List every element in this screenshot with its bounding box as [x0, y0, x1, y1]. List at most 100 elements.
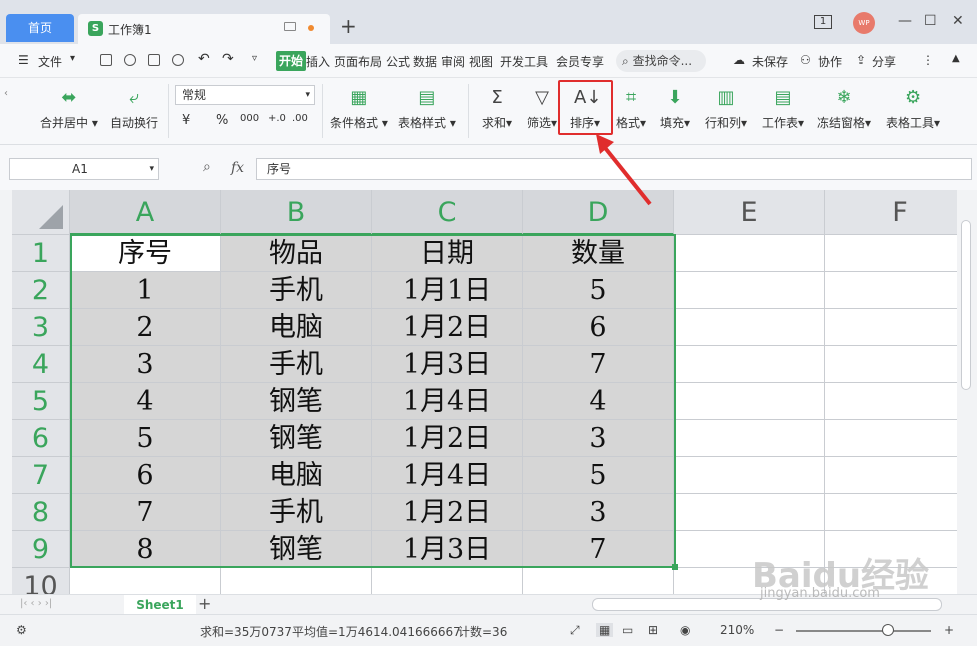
sheet-tab-sheet1[interactable]: Sheet1: [124, 595, 196, 615]
formula-input[interactable]: 序号: [256, 158, 972, 180]
cell-d2[interactable]: 5: [523, 272, 674, 309]
cell-b1[interactable]: 物品: [221, 235, 372, 272]
row-header-4[interactable]: 4: [12, 346, 70, 383]
tab-home[interactable]: 首页: [6, 14, 74, 42]
cell-a8[interactable]: 7: [70, 494, 221, 531]
cell-e4[interactable]: [674, 346, 825, 383]
chevron-down-icon[interactable]: ▾: [70, 53, 75, 64]
sheet-nav-icon[interactable]: |‹ ‹ › ›|: [20, 598, 52, 609]
share-button[interactable]: 分享: [872, 53, 896, 70]
avatar[interactable]: WP: [853, 12, 875, 34]
cell-f8[interactable]: [825, 494, 957, 531]
freeze-panes-button[interactable]: ❄ 冻结窗格▾: [817, 88, 871, 131]
sum-button[interactable]: Σ 求和▾: [482, 88, 512, 131]
menu-data[interactable]: 数据: [413, 53, 437, 70]
cell-a2[interactable]: 1: [70, 272, 221, 309]
cell-c4[interactable]: 1月3日: [372, 346, 523, 383]
tab-workbook[interactable]: S 工作簿1: [78, 14, 330, 44]
cell-d7[interactable]: 5: [523, 457, 674, 494]
cell-f3[interactable]: [825, 309, 957, 346]
cell-b8[interactable]: 手机: [221, 494, 372, 531]
cell-e10[interactable]: [674, 568, 825, 594]
cell-b4[interactable]: 手机: [221, 346, 372, 383]
cell-d1[interactable]: 数量: [523, 235, 674, 272]
cell-d3[interactable]: 6: [523, 309, 674, 346]
cell-d9[interactable]: 7: [523, 531, 674, 568]
fill-handle[interactable]: [672, 564, 678, 570]
row-header-6[interactable]: 6: [12, 420, 70, 457]
cell-f4[interactable]: [825, 346, 957, 383]
menu-file[interactable]: 文件: [38, 53, 62, 70]
ribbon-scroll-left-icon[interactable]: ‹: [4, 88, 8, 99]
cell-e3[interactable]: [674, 309, 825, 346]
cell-a7[interactable]: 6: [70, 457, 221, 494]
macro-icon[interactable]: ⚙: [16, 623, 27, 637]
cell-a9[interactable]: 8: [70, 531, 221, 568]
unsaved-label[interactable]: 未保存: [752, 53, 788, 70]
row-header-7[interactable]: 7: [12, 457, 70, 494]
percent-button[interactable]: %: [216, 113, 228, 128]
cell-a4[interactable]: 3: [70, 346, 221, 383]
table-tools-button[interactable]: ⚙ 表格工具▾: [886, 88, 940, 131]
cell-e6[interactable]: [674, 420, 825, 457]
cell-d6[interactable]: 3: [523, 420, 674, 457]
name-box[interactable]: A1 ▾: [9, 158, 159, 180]
page-layout-view-icon[interactable]: ▭: [622, 623, 633, 637]
row-header-10[interactable]: 10: [12, 568, 70, 594]
table-style-button[interactable]: ▤ 表格样式 ▾: [398, 88, 456, 131]
cell-b7[interactable]: 电脑: [221, 457, 372, 494]
decrease-decimal-button[interactable]: .00: [292, 113, 308, 124]
cell-e1[interactable]: [674, 235, 825, 272]
column-header-d[interactable]: D: [523, 190, 674, 235]
increase-decimal-button[interactable]: +.0: [268, 113, 286, 124]
more-chevron-icon[interactable]: ▿: [252, 53, 257, 64]
thousands-button[interactable]: 000: [240, 113, 259, 124]
menu-view[interactable]: 视图: [469, 53, 493, 70]
cell-a5[interactable]: 4: [70, 383, 221, 420]
monitor-icon[interactable]: [284, 22, 296, 31]
add-tab-button[interactable]: +: [340, 14, 357, 38]
cell-a10[interactable]: [70, 568, 221, 594]
cell-b10[interactable]: [221, 568, 372, 594]
cell-c9[interactable]: 1月3日: [372, 531, 523, 568]
hamburger-icon[interactable]: ☰: [18, 53, 29, 67]
cell-d8[interactable]: 3: [523, 494, 674, 531]
collab-button[interactable]: 协作: [818, 53, 842, 70]
menu-member[interactable]: 会员专享: [556, 53, 604, 70]
column-header-a[interactable]: A: [70, 190, 221, 235]
window-count-badge[interactable]: 1: [814, 15, 832, 29]
cell-e2[interactable]: [674, 272, 825, 309]
select-all-corner[interactable]: [12, 190, 70, 235]
conditional-format-button[interactable]: ▦ 条件格式 ▾: [330, 88, 388, 131]
cell-c6[interactable]: 1月2日: [372, 420, 523, 457]
row-header-5[interactable]: 5: [12, 383, 70, 420]
page-break-view-icon[interactable]: ⊞: [648, 623, 658, 637]
cell-c10[interactable]: [372, 568, 523, 594]
close-button[interactable]: ✕: [952, 13, 964, 29]
menu-insert[interactable]: 插入: [306, 53, 330, 70]
zoom-slider[interactable]: [796, 630, 931, 632]
cell-b9[interactable]: 钢笔: [221, 531, 372, 568]
cell-b2[interactable]: 手机: [221, 272, 372, 309]
column-header-b[interactable]: B: [221, 190, 372, 235]
cell-f1[interactable]: [825, 235, 957, 272]
cell-c1[interactable]: 日期: [372, 235, 523, 272]
print-icon[interactable]: [148, 54, 160, 66]
zoom-out-button[interactable]: −: [774, 623, 784, 637]
normal-view-icon[interactable]: ▦: [596, 623, 614, 637]
cell-a6[interactable]: 5: [70, 420, 221, 457]
fullscreen-icon[interactable]: ⤢: [570, 623, 580, 638]
cell-e8[interactable]: [674, 494, 825, 531]
cell-c2[interactable]: 1月1日: [372, 272, 523, 309]
format-button[interactable]: ⌗ 格式▾: [616, 88, 646, 131]
zoom-level[interactable]: 210%: [720, 623, 754, 637]
column-header-c[interactable]: C: [372, 190, 523, 235]
menu-dev-tools[interactable]: 开发工具: [500, 53, 548, 70]
redo-icon[interactable]: ↷: [222, 51, 234, 67]
horizontal-scrollbar[interactable]: [592, 598, 942, 611]
row-header-1[interactable]: 1: [12, 235, 70, 272]
column-header-e[interactable]: E: [674, 190, 825, 235]
cell-a3[interactable]: 2: [70, 309, 221, 346]
cell-c5[interactable]: 1月4日: [372, 383, 523, 420]
cell-f2[interactable]: [825, 272, 957, 309]
